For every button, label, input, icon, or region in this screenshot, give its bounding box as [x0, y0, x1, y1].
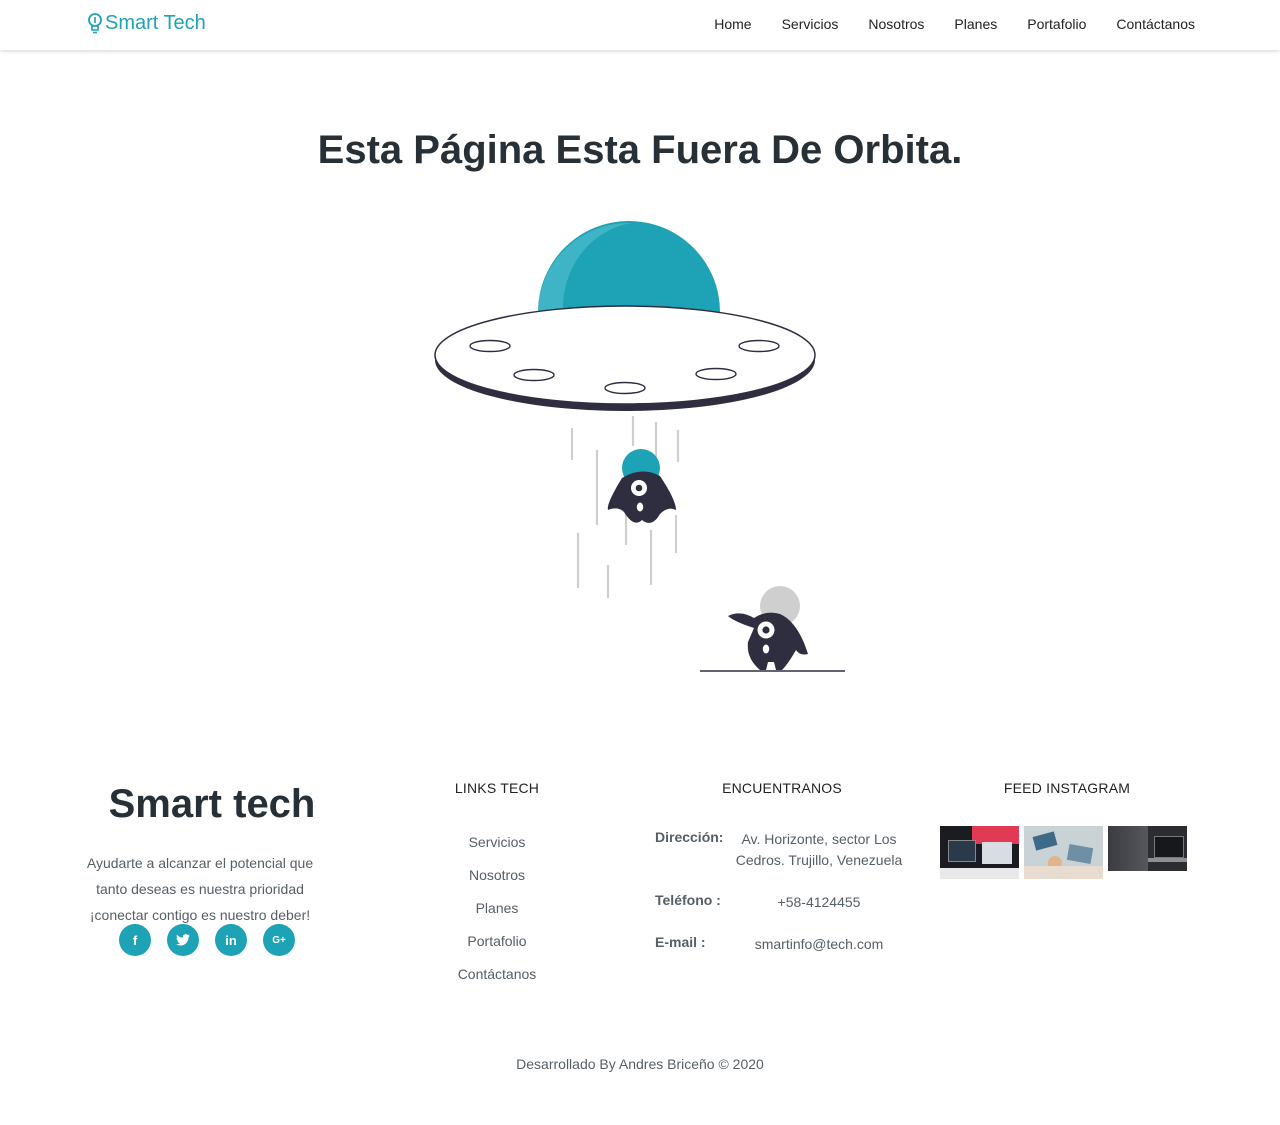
linkedin-icon[interactable]: in	[215, 924, 247, 956]
footer-link-contactanos[interactable]: Contáctanos	[417, 958, 577, 991]
twitter-icon[interactable]	[167, 924, 199, 956]
nav-link-contactanos[interactable]: Contáctanos	[1116, 16, 1195, 32]
navbar: Smart Tech Home Servicios Nosotros Plane…	[0, 0, 1280, 50]
footer-brand: Smart tech Ayudarte a alcanzar el potenc…	[87, 780, 332, 928]
footer-links: Servicios Nosotros Planes Portafolio Con…	[417, 826, 577, 991]
footer-link-servicios[interactable]: Servicios	[417, 826, 577, 859]
copyright: Desarrollado By Andres Briceño © 2020	[516, 1056, 764, 1072]
nav-link-servicios[interactable]: Servicios	[782, 16, 839, 32]
instagram-photo-desk-monitors[interactable]	[940, 826, 1019, 879]
instagram-photo-laptop[interactable]	[1108, 826, 1187, 871]
google-plus-icon[interactable]: G+	[263, 924, 295, 956]
phone-value: +58-4124455	[777, 894, 861, 910]
footer-brand-title: Smart tech	[108, 782, 316, 826]
facebook-icon[interactable]: f	[119, 924, 151, 956]
instagram-photo-team-table[interactable]	[1024, 826, 1103, 879]
ufo-illustration	[434, 221, 845, 672]
email-label: E-mail :	[655, 934, 706, 950]
nav-menu: Home Servicios Nosotros Planes Portafoli…	[684, 16, 1195, 32]
nav-link-portafolio[interactable]: Portafolio	[1027, 16, 1086, 32]
address-label: Dirección:	[655, 829, 724, 845]
lightbulb-icon	[88, 12, 102, 33]
footer-tagline: Ayudarte a alcanzar el potencial que tan…	[86, 855, 314, 923]
instagram-title: FEED INSTAGRAM	[1003, 780, 1131, 796]
phone-label: Teléfono :	[655, 892, 721, 908]
social-links: f in G+	[119, 924, 311, 956]
links-title: LINKS TECH	[454, 780, 540, 796]
instagram-feed	[940, 826, 1192, 879]
address-value: Av. Horizonte, sector Los Cedros. Trujil…	[735, 831, 903, 868]
footer-link-portafolio[interactable]: Portafolio	[417, 925, 577, 958]
nav-link-home[interactable]: Home	[714, 16, 751, 32]
email-value[interactable]: smartinfo@tech.com	[730, 934, 908, 955]
footer-link-planes[interactable]: Planes	[417, 892, 577, 925]
contact-title: ENCUENTRANOS	[722, 780, 842, 796]
brand-name: Smart Tech	[105, 12, 206, 34]
footer-link-nosotros[interactable]: Nosotros	[417, 859, 577, 892]
nav-link-planes[interactable]: Planes	[954, 16, 997, 32]
brand-logo[interactable]: Smart Tech	[87, 12, 206, 35]
page-title: Esta Página Esta Fuera De Orbita.	[317, 128, 963, 172]
nav-link-nosotros[interactable]: Nosotros	[868, 16, 924, 32]
